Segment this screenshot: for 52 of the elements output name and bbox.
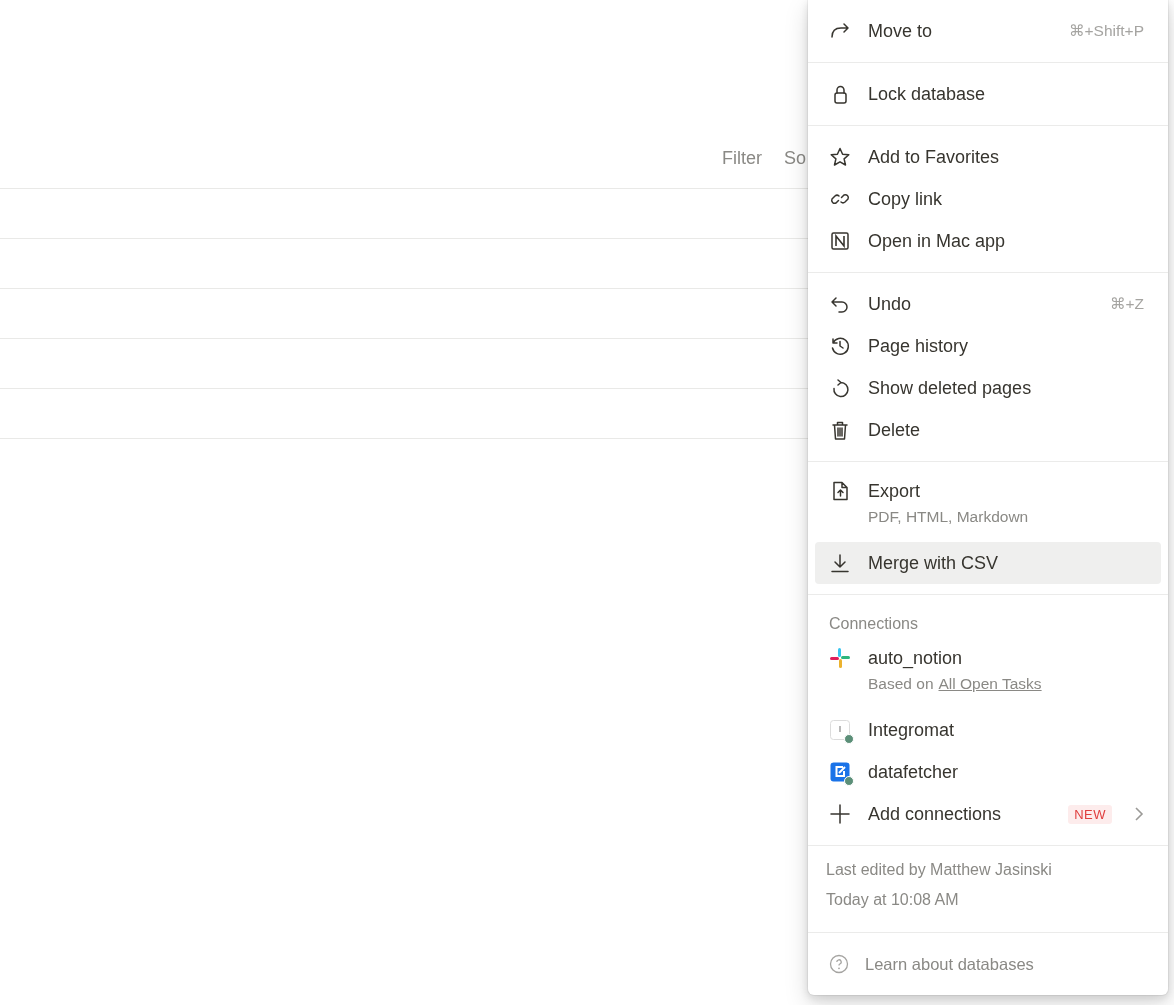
app-logo-icon (829, 719, 851, 741)
item-subtext: Based on (868, 675, 934, 693)
menu-item[interactable]: datafetcher (815, 751, 1161, 793)
menu-item[interactable]: Integromat (815, 709, 1161, 751)
shortcut-text: ⌘+Shift+P (1069, 22, 1144, 40)
history-icon (829, 335, 851, 357)
download-icon (829, 552, 851, 574)
app-logo-icon (829, 761, 851, 783)
item-label: Delete (868, 419, 922, 441)
menu-item[interactable]: Page history (815, 325, 1161, 367)
item-label: auto_notion (868, 647, 964, 669)
pinwheel-icon (829, 647, 851, 669)
menu-item[interactable]: auto_notion Based on All Open Tasks (815, 639, 1161, 701)
menu-item[interactable]: Merge with CSV (815, 542, 1161, 584)
item-label: Copy link (868, 188, 944, 210)
shortcut-text: ⌘+Z (1109, 295, 1144, 313)
menu-item[interactable]: Undo ⌘+Z (815, 283, 1161, 325)
item-label: Export (868, 480, 922, 502)
menu-item[interactable]: Show deleted pages (815, 367, 1161, 409)
item-label: Move to (868, 20, 934, 42)
toolbar-button[interactable]: Filter (721, 145, 762, 171)
item-subtext: PDF, HTML, Markdown (868, 508, 1029, 526)
item-label: Show deleted pages (868, 377, 1033, 399)
item-label: Lock database (868, 83, 987, 105)
menu-item[interactable]: Copy link (815, 178, 1161, 220)
item-label: Open in Mac app (868, 230, 1007, 252)
trash-icon (829, 419, 851, 441)
item-label: Merge with CSV (868, 552, 1000, 574)
menu-item[interactable]: Add to Favorites (815, 136, 1161, 178)
menu-item[interactable]: Move to ⌘+Shift+P (815, 10, 1161, 52)
item-label: Add connections (868, 803, 1003, 825)
app-icon (829, 230, 851, 252)
toolbar-button[interactable]: So (783, 145, 806, 171)
item-label: datafetcher (868, 761, 960, 783)
star-icon (829, 146, 851, 168)
help-link[interactable]: Learn about databases (815, 950, 1161, 978)
new-badge: NEW (1068, 804, 1112, 824)
item-label: Undo (868, 293, 913, 315)
section-heading: Connections (828, 614, 919, 634)
menu-item[interactable]: Export PDF, HTML, Markdown (815, 472, 1161, 534)
item-label: Page history (868, 335, 970, 357)
plus-icon (829, 803, 851, 825)
menu-item[interactable]: Lock database (815, 73, 1161, 115)
item-label: Add to Favorites (868, 146, 1001, 168)
menu-item[interactable]: Add connections NEW (815, 793, 1161, 835)
source-link[interactable]: All Open Tasks (938, 675, 1042, 693)
menu-item[interactable]: Delete (815, 409, 1161, 451)
item-label: Integromat (868, 719, 956, 741)
menu-item[interactable]: Open in Mac app (815, 220, 1161, 262)
edit-info-text: Today at 10:08 AM (826, 890, 960, 910)
edit-info-text: Last edited by Matthew Jasinski (826, 860, 1053, 880)
help-icon (829, 954, 849, 974)
